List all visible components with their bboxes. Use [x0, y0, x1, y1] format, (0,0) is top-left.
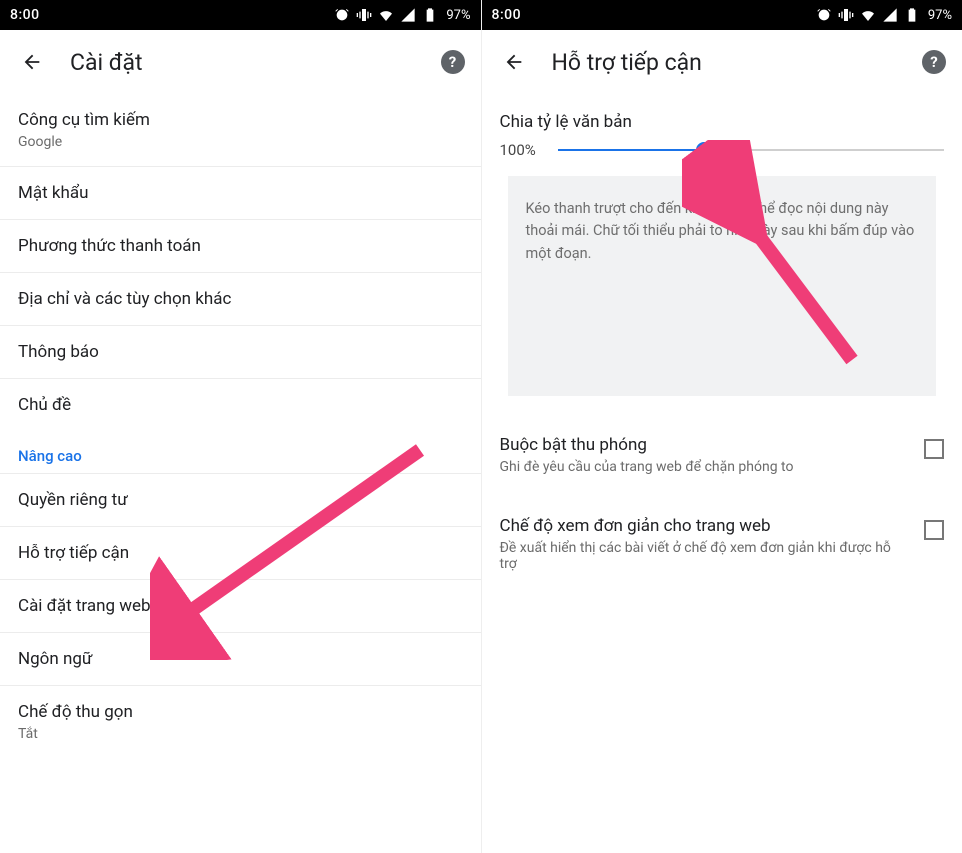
status-icons: 97%: [334, 7, 470, 23]
item-subtitle: Tắt: [18, 726, 463, 742]
status-battery-pct: 97%: [928, 8, 952, 23]
signal-icon: [400, 7, 416, 23]
wifi-icon: [860, 7, 876, 23]
settings-item-lite-mode[interactable]: Chế độ thu gọn Tắt: [0, 686, 481, 758]
settings-item-theme[interactable]: Chủ đề: [0, 379, 481, 431]
settings-item-search-engine[interactable]: Công cụ tìm kiếm Google: [0, 94, 481, 167]
item-title: Địa chỉ và các tùy chọn khác: [18, 289, 463, 309]
item-title: Hỗ trợ tiếp cận: [18, 543, 463, 563]
item-title: Mật khẩu: [18, 183, 463, 203]
settings-list: Công cụ tìm kiếm Google Mật khẩu Phương …: [0, 94, 481, 758]
option-subtitle: Đề xuất hiển thị các bài viết ở chế độ x…: [500, 540, 911, 572]
status-bar: 8:00 97%: [482, 0, 962, 30]
wifi-icon: [378, 7, 394, 23]
text-scaling-slider[interactable]: [558, 138, 945, 162]
vibrate-icon: [356, 7, 372, 23]
arrow-left-icon: [21, 51, 43, 73]
status-time: 8:00: [10, 7, 40, 23]
item-title: Quyền riêng tư: [18, 490, 463, 510]
settings-item-payment[interactable]: Phương thức thanh toán: [0, 220, 481, 273]
vibrate-icon: [838, 7, 854, 23]
alarm-icon: [334, 7, 350, 23]
option-force-zoom[interactable]: Buộc bật thu phóng Ghi đè yêu cầu của tr…: [482, 414, 962, 495]
text-scaling-label: Chia tỷ lệ văn bản: [500, 112, 945, 132]
back-button[interactable]: [498, 46, 530, 78]
option-simplified-view[interactable]: Chế độ xem đơn giản cho trang web Đề xuấ…: [482, 495, 962, 592]
item-title: Công cụ tìm kiếm: [18, 110, 463, 130]
settings-item-site-settings[interactable]: Cài đặt trang web: [0, 580, 481, 633]
option-title: Buộc bật thu phóng: [500, 435, 911, 455]
item-title: Chế độ thu gọn: [18, 702, 463, 722]
battery-icon: [904, 7, 920, 23]
settings-item-privacy[interactable]: Quyền riêng tư: [0, 473, 481, 527]
settings-item-addresses[interactable]: Địa chỉ và các tùy chọn khác: [0, 273, 481, 326]
signal-icon: [882, 7, 898, 23]
checkbox[interactable]: [924, 520, 944, 540]
help-icon: ?: [922, 50, 946, 74]
help-button[interactable]: ?: [922, 50, 946, 74]
back-button[interactable]: [16, 46, 48, 78]
settings-item-accessibility[interactable]: Hỗ trợ tiếp cận: [0, 527, 481, 580]
item-subtitle: Google: [18, 134, 463, 150]
item-title: Thông báo: [18, 342, 463, 362]
item-title: Phương thức thanh toán: [18, 236, 463, 256]
accessibility-body: Chia tỷ lệ văn bản 100% Kéo thanh trượt …: [482, 94, 962, 396]
item-title: Ngôn ngữ: [18, 649, 463, 669]
help-icon: ?: [441, 50, 465, 74]
text-scaling-row: 100%: [500, 138, 945, 162]
header-bar: Cài đặt ?: [0, 30, 481, 94]
status-battery-pct: 97%: [446, 8, 470, 23]
text-scaling-value: 100%: [500, 141, 548, 159]
option-title: Chế độ xem đơn giản cho trang web: [500, 516, 911, 536]
page-title: Cài đặt: [70, 49, 143, 76]
settings-item-language[interactable]: Ngôn ngữ: [0, 633, 481, 686]
text-scaling-example: Kéo thanh trượt cho đến khi bạn có thể đ…: [508, 176, 937, 396]
battery-icon: [422, 7, 438, 23]
header-bar: Hỗ trợ tiếp cận ?: [482, 30, 962, 94]
page-title: Hỗ trợ tiếp cận: [552, 49, 702, 76]
status-time: 8:00: [492, 7, 522, 23]
status-icons: 97%: [816, 7, 952, 23]
arrow-left-icon: [503, 51, 525, 73]
help-button[interactable]: ?: [441, 50, 465, 74]
settings-item-notifications[interactable]: Thông báo: [0, 326, 481, 379]
status-bar: 8:00 97%: [0, 0, 481, 30]
alarm-icon: [816, 7, 832, 23]
checkbox[interactable]: [924, 439, 944, 459]
settings-screen: 8:00 97% Cài đặt ? Công cụ tìm kiếm: [0, 0, 481, 853]
option-subtitle: Ghi đè yêu cầu của trang web để chặn phó…: [500, 459, 911, 475]
item-title: Cài đặt trang web: [18, 596, 463, 616]
accessibility-screen: 8:00 97% Hỗ trợ tiếp cận ? Chia tỷ lệ vă…: [482, 0, 962, 853]
settings-item-passwords[interactable]: Mật khẩu: [0, 167, 481, 220]
item-title: Chủ đề: [18, 395, 463, 415]
section-advanced: Nâng cao: [0, 431, 481, 473]
